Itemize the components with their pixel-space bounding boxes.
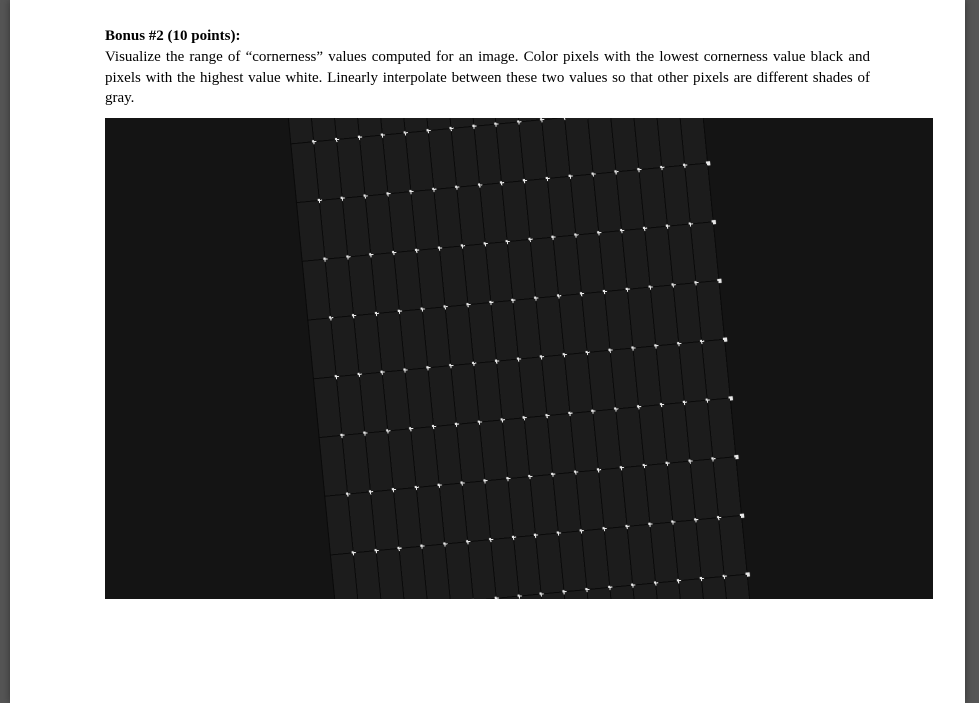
bonus-heading: Bonus #2 (10 points): — [105, 26, 870, 46]
grid-cell — [690, 221, 719, 282]
cornerness-grid — [279, 118, 759, 599]
cornerness-grid-rotated — [279, 118, 759, 599]
document-page: Bonus #2 (10 points): Visualize the rang… — [10, 0, 965, 703]
grid-cell — [713, 456, 742, 517]
grid-cell — [696, 280, 725, 341]
grid-cell — [702, 339, 731, 400]
cornerness-visualization — [105, 118, 933, 599]
grid-cell — [707, 397, 736, 458]
viewer-background: Bonus #2 (10 points): Visualize the rang… — [0, 0, 979, 703]
grid-cell — [679, 118, 708, 165]
grid-cell — [685, 163, 714, 224]
grid-cell — [719, 515, 748, 576]
bonus-description: Visualize the range of “cornerness” valu… — [105, 47, 870, 108]
grid-cell — [285, 118, 313, 143]
grid-cell — [724, 574, 753, 599]
